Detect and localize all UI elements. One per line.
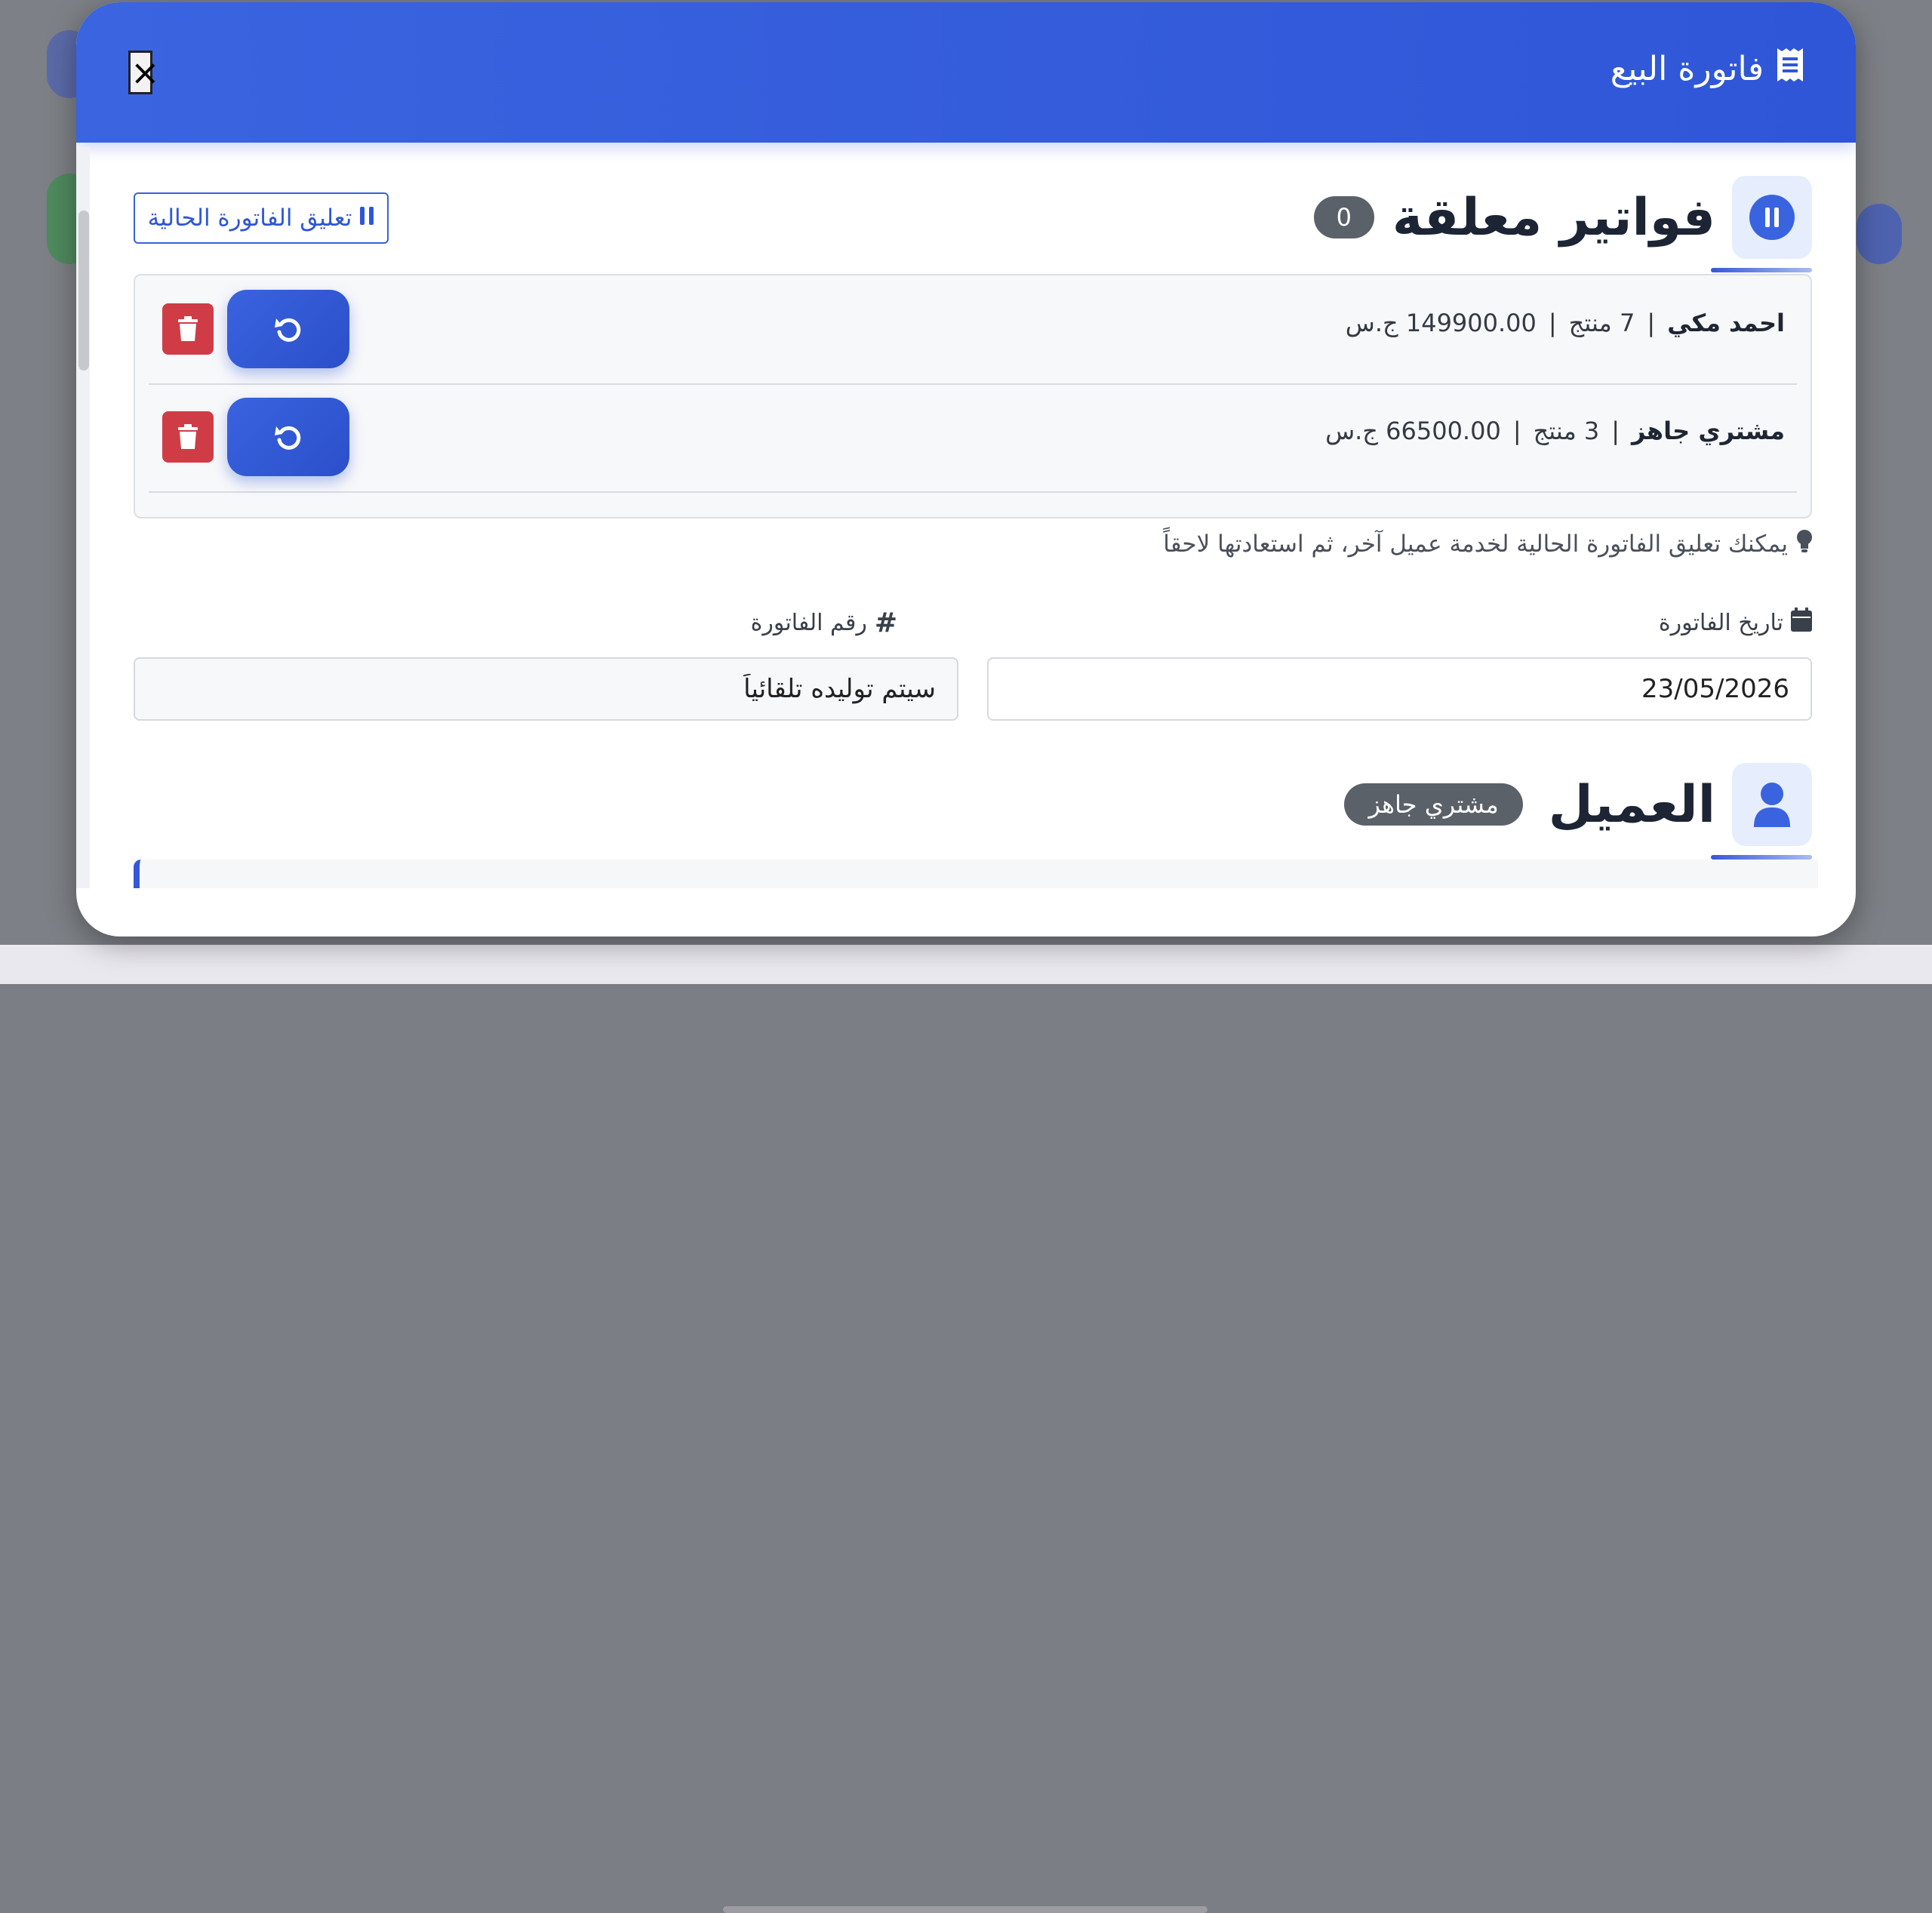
held-invoice-info: مشتري جاهز | 3 منتج | 66500.00 ج.س — [1325, 417, 1785, 445]
hash-icon: # — [874, 607, 897, 638]
delete-held-invoice-button[interactable] — [162, 303, 214, 355]
separator: | — [1647, 309, 1656, 337]
backdrop-shape — [1857, 204, 1902, 264]
held-invoice-items: 7 منتج — [1568, 309, 1635, 337]
restore-invoice-button[interactable] — [227, 398, 349, 476]
trash-icon — [178, 424, 198, 449]
held-invoice-info: احمد مكي | 7 منتج | 149900.00 ج.س — [1346, 309, 1785, 337]
sale-invoice-modal: فاتورة البيع × فواتير معلقة 0 تعليق الفا… — [76, 2, 1856, 937]
held-invoices-title: فواتير معلقة — [1392, 187, 1715, 248]
modal-header: فاتورة البيع × — [76, 2, 1856, 143]
customer-header: العميل مشتري جاهز — [1344, 763, 1812, 846]
pause-circle-icon — [1732, 176, 1812, 259]
scrollbar-track[interactable] — [76, 147, 90, 888]
held-invoice-row: احمد مكي | 7 منتج | 149900.00 ج.س — [149, 275, 1797, 385]
home-indicator[interactable] — [723, 1906, 1208, 1913]
separator: | — [1611, 417, 1620, 445]
customer-title: العميل — [1548, 774, 1715, 835]
invoice-number-label-text: رقم الفاتورة — [750, 610, 867, 636]
held-invoice-total: 149900.00 ج.س — [1345, 309, 1537, 337]
held-invoices-list: احمد مكي | 7 منتج | 149900.00 ج.س مشتري جاهز… — [134, 274, 1812, 518]
invoice-date-input[interactable] — [987, 657, 1812, 721]
suspend-invoice-button[interactable]: تعليق الفاتورة الحالية — [134, 192, 389, 244]
held-invoice-customer: احمد مكي — [1667, 309, 1785, 337]
suspend-invoice-label: تعليق الفاتورة الحالية — [147, 205, 352, 232]
restore-invoice-button[interactable] — [227, 290, 349, 368]
held-invoice-total: 66500.00 ج.س — [1325, 417, 1501, 445]
modal-body: فواتير معلقة 0 تعليق الفاتورة الحالية اح… — [76, 143, 1856, 888]
selected-customer-badge: مشتري جاهز — [1344, 783, 1523, 826]
scrollbar-thumb[interactable] — [78, 211, 89, 371]
undo-icon — [275, 426, 301, 450]
held-invoice-customer: مشتري جاهز — [1632, 417, 1785, 445]
lightbulb-icon — [1795, 529, 1814, 559]
modal-title-text: فاتورة البيع — [1610, 49, 1764, 88]
held-invoice-row: مشتري جاهز | 3 منتج | 66500.00 ج.س — [149, 383, 1797, 493]
invoice-date-label-text: تاريخ الفاتورة — [1658, 609, 1783, 636]
trash-icon — [178, 316, 198, 341]
modal-title: فاتورة البيع — [1611, 46, 1804, 91]
calendar-icon — [1791, 607, 1812, 638]
close-button[interactable]: × — [128, 51, 160, 94]
section-underline — [1711, 268, 1812, 272]
separator: | — [1548, 309, 1557, 337]
held-invoices-hint: يمكنك تعليق الفاتورة الحالية لخدمة عميل … — [1163, 529, 1814, 559]
invoice-number-input — [134, 657, 958, 721]
user-icon — [1732, 763, 1812, 846]
receipt-icon — [1776, 47, 1804, 91]
held-invoice-items: 3 منتج — [1533, 417, 1600, 445]
home-indicator-area — [0, 945, 1932, 1913]
customer-card — [134, 860, 1818, 888]
undo-icon — [275, 318, 301, 342]
pause-icon — [359, 205, 374, 232]
invoice-number-label: # رقم الفاتورة — [751, 607, 897, 638]
held-count-badge: 0 — [1313, 196, 1374, 238]
separator: | — [1512, 417, 1521, 445]
held-invoices-header: فواتير معلقة 0 — [1313, 176, 1812, 259]
invoice-date-label: تاريخ الفاتورة — [1659, 607, 1812, 638]
hint-text: يمكنك تعليق الفاتورة الحالية لخدمة عميل … — [1163, 531, 1788, 558]
delete-held-invoice-button[interactable] — [162, 411, 214, 463]
